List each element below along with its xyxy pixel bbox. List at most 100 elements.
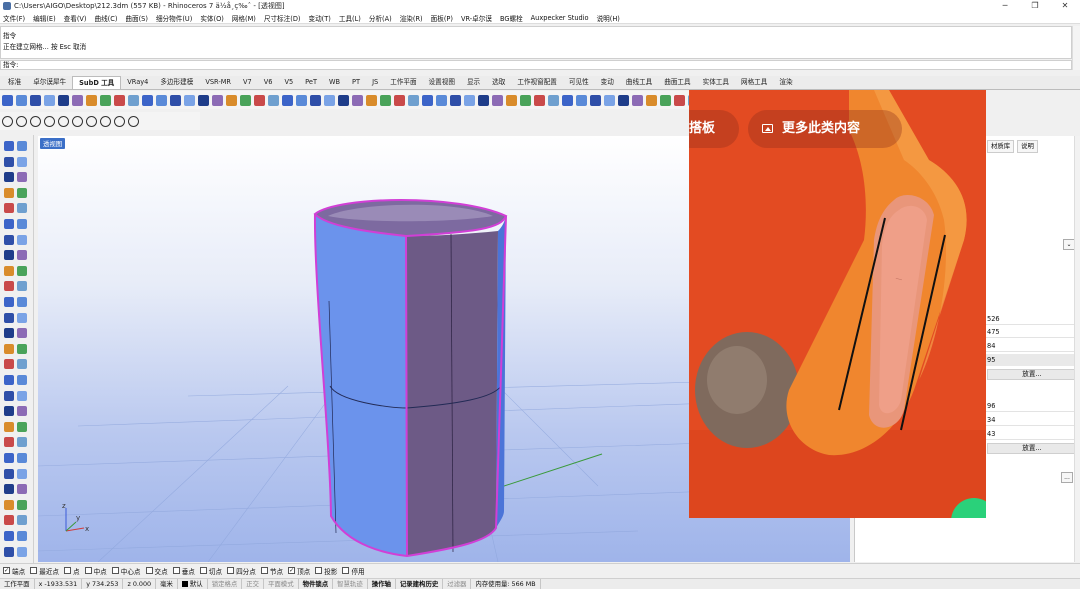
extrude-icon[interactable] xyxy=(366,94,377,106)
tab-item[interactable]: V5 xyxy=(278,76,299,89)
status-toggle-ortho[interactable]: 正交 xyxy=(242,579,265,589)
undo-icon[interactable] xyxy=(44,115,55,127)
overlay-left-button[interactable]: 搭板 xyxy=(689,110,739,148)
status-cplane[interactable]: 工作平面 xyxy=(0,579,35,589)
extrude-icon[interactable] xyxy=(86,94,97,106)
tab-item[interactable]: V7 xyxy=(237,76,258,89)
place-button[interactable]: 放置... xyxy=(987,369,1077,380)
place-button[interactable]: 放置... xyxy=(987,443,1077,454)
menu-surface[interactable]: 曲面(S) xyxy=(125,13,148,23)
torus-icon[interactable] xyxy=(58,94,69,106)
split-icon[interactable] xyxy=(17,219,27,229)
menu-render[interactable]: 渲染(R) xyxy=(400,13,423,23)
torus-icon[interactable] xyxy=(618,94,629,106)
minimize-button[interactable]: ─ xyxy=(990,0,1020,12)
surface-icon[interactable] xyxy=(380,94,391,106)
torus-icon[interactable] xyxy=(478,94,489,106)
offset-icon[interactable] xyxy=(4,515,14,526)
split-icon[interactable] xyxy=(17,531,27,541)
surface-icon[interactable] xyxy=(100,94,111,106)
zoom-icon[interactable] xyxy=(128,115,139,127)
osnap-option[interactable]: ✓ 端点 xyxy=(3,566,25,576)
arc-icon[interactable] xyxy=(17,328,27,339)
box-icon[interactable] xyxy=(2,94,13,106)
osnap-checkbox[interactable] xyxy=(145,567,153,574)
explode-icon[interactable] xyxy=(17,546,27,557)
pipe-icon[interactable] xyxy=(72,94,83,106)
rectangle-icon[interactable] xyxy=(4,499,14,510)
status-toggle-grid-snap[interactable]: 锁定格点 xyxy=(208,579,243,589)
polyline-icon[interactable] xyxy=(4,156,14,167)
extrude-icon[interactable] xyxy=(506,94,517,106)
cone-icon[interactable] xyxy=(450,94,461,106)
osnap-checkbox[interactable] xyxy=(111,567,119,574)
osnap-checkbox[interactable] xyxy=(63,567,71,574)
cone-icon[interactable] xyxy=(170,94,181,106)
menu-bg-bolt[interactable]: BG螺栓 xyxy=(500,13,523,23)
surface-icon[interactable] xyxy=(240,94,251,106)
join-icon[interactable] xyxy=(4,234,14,245)
circle-icon[interactable] xyxy=(4,328,14,339)
tab-item[interactable]: JS xyxy=(366,76,384,89)
ellipsis-button[interactable]: ... xyxy=(1061,472,1073,483)
split-icon[interactable] xyxy=(17,375,27,385)
sweep-icon[interactable] xyxy=(268,94,279,106)
curve-icon[interactable] xyxy=(17,468,27,479)
sphere-icon[interactable] xyxy=(16,94,27,106)
menu-tools[interactable]: 工具(L) xyxy=(339,13,361,23)
cone-icon[interactable] xyxy=(590,94,601,106)
cone-icon[interactable] xyxy=(30,94,41,106)
panel-scrollbar[interactable] xyxy=(1074,136,1080,562)
sweep-icon[interactable] xyxy=(408,94,419,106)
osnap-option[interactable]: 投影 xyxy=(315,566,337,576)
tab-item[interactable]: 多边形建模 xyxy=(154,76,199,89)
tab-item[interactable]: 选取 xyxy=(486,76,511,89)
tab-item[interactable]: VSR-MR xyxy=(199,76,237,89)
tab-item[interactable]: 变动 xyxy=(595,76,620,89)
rotate-icon[interactable] xyxy=(4,421,14,432)
menu-analyze[interactable]: 分析(A) xyxy=(369,13,392,23)
more-content-button[interactable]: 更多此类内容 xyxy=(748,110,902,148)
osnap-checkbox[interactable] xyxy=(227,567,235,574)
filter-icon[interactable] xyxy=(58,115,69,127)
overlay-image-popup[interactable]: — 搭板 更多此类内容 xyxy=(689,90,986,518)
menu-panels[interactable]: 面板(P) xyxy=(431,13,453,23)
status-toggle-smarttrack[interactable]: 智慧轨迹 xyxy=(333,579,368,589)
pointer-icon[interactable] xyxy=(4,297,14,307)
command-prompt-input[interactable]: 指令: xyxy=(0,60,1072,70)
loft-icon[interactable] xyxy=(114,94,125,106)
status-toggle-gumball[interactable]: 操作轴 xyxy=(368,579,396,589)
osnap-checkbox[interactable]: ✓ xyxy=(288,567,296,574)
gear-icon[interactable] xyxy=(72,115,83,127)
circle-icon[interactable] xyxy=(4,172,14,183)
loft-icon[interactable] xyxy=(254,94,265,106)
tab-item[interactable]: 曲线工具 xyxy=(620,76,658,89)
osnap-option[interactable]: 四分点 xyxy=(227,566,256,576)
trim-icon[interactable] xyxy=(4,219,14,229)
trim-icon[interactable] xyxy=(4,531,14,541)
arc-icon[interactable] xyxy=(17,484,27,495)
osnap-checkbox[interactable] xyxy=(315,567,323,574)
fillet-icon[interactable] xyxy=(17,203,27,214)
viewport-title-label[interactable]: 透视图 xyxy=(40,138,66,149)
tab-item[interactable]: 工作视窗配置 xyxy=(511,76,563,89)
cylinder-icon[interactable] xyxy=(184,94,195,106)
menu-subd[interactable]: 细分物件(U) xyxy=(156,13,192,23)
point-icon[interactable] xyxy=(17,141,27,151)
box-icon[interactable] xyxy=(562,94,573,106)
box-icon[interactable] xyxy=(422,94,433,106)
explode-icon[interactable] xyxy=(17,234,27,245)
cylinder-icon[interactable] xyxy=(604,94,615,106)
tab-item[interactable]: 曲面工具 xyxy=(658,76,696,89)
tab-item[interactable]: 可见性 xyxy=(563,76,595,89)
status-toggle-history[interactable]: 记录建构历史 xyxy=(396,579,444,589)
tab-item[interactable]: 卓尔谟犀牛 xyxy=(27,76,72,89)
rectangle-icon[interactable] xyxy=(4,343,14,354)
loft-icon[interactable] xyxy=(674,94,685,106)
tab-item[interactable]: 显示 xyxy=(461,76,486,89)
pointer-icon[interactable] xyxy=(4,141,14,151)
tab-item[interactable]: VRay4 xyxy=(121,76,154,89)
torus-icon[interactable] xyxy=(198,94,209,106)
pipe-icon[interactable] xyxy=(212,94,223,106)
menu-dimension[interactable]: 尺寸标注(D) xyxy=(264,13,301,23)
